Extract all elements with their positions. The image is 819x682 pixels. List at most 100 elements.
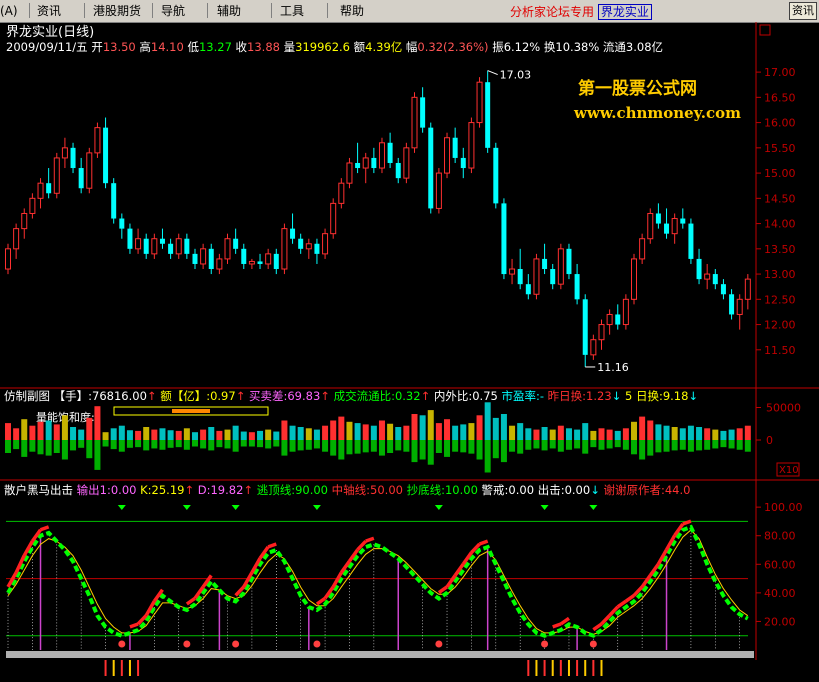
volume-neg-bar [378, 440, 385, 456]
volume-bar-series [5, 402, 751, 473]
candle [411, 92, 418, 153]
volume-neg-bar [338, 440, 345, 460]
y-tick-label: 20.00 [764, 615, 796, 628]
volume-bar [419, 415, 426, 440]
volume-neg-bar [70, 440, 77, 451]
diamond-icon [541, 640, 549, 648]
candle [233, 228, 239, 254]
volume-neg-bar [354, 440, 361, 454]
y-tick-label: 16.00 [764, 117, 796, 130]
volume-neg-bar [639, 440, 646, 460]
volume-bar [492, 417, 499, 440]
candle [70, 142, 76, 174]
menu-item-a[interactable]: (A) [0, 4, 18, 18]
x10-label: X10 [779, 465, 799, 476]
signal-ticks [104, 660, 603, 676]
volume-neg-bar [183, 440, 190, 450]
stock-link[interactable]: 界龙实业 [597, 4, 652, 20]
y-tick-label: 100.00 [764, 501, 803, 514]
signal-tick [527, 660, 530, 676]
candle [151, 233, 158, 259]
candle [103, 117, 109, 189]
signal-tick [592, 660, 595, 676]
main-stats: 2009/09/11/五 开13.50 高14.10 低13.27 收13.88… [6, 40, 663, 54]
sub1-stats: 仿制副图 【手】:76816.00↑ 额【亿】:0.97↑ 买卖差:69.83↑… [4, 389, 698, 403]
volume-neg-bar [13, 440, 20, 450]
candle [135, 228, 142, 254]
diamond-icon [435, 640, 443, 648]
volume-bar [736, 428, 743, 440]
volume-bar [175, 430, 182, 440]
candle [566, 243, 572, 280]
volume-neg-bar [509, 440, 516, 452]
volume-bar [728, 429, 735, 440]
volume-bar [395, 427, 402, 440]
menu-item-news[interactable]: 资讯 [37, 4, 61, 18]
volume-neg-bar [191, 440, 198, 447]
volume-neg-bar [61, 440, 68, 460]
menu-item-tools[interactable]: 工具 [280, 4, 304, 18]
volume-neg-bar [500, 440, 507, 463]
k-line [6, 524, 749, 638]
volume-neg-bar [631, 440, 638, 455]
candle [314, 238, 320, 264]
volume-neg-bar [533, 440, 540, 449]
candle [509, 258, 516, 285]
candle [542, 243, 548, 275]
rise-segment [600, 614, 611, 626]
volume-neg-bar [492, 440, 499, 459]
menu-item-help[interactable]: 帮助 [340, 4, 364, 18]
volume-neg-bar [208, 440, 215, 451]
volume-neg-bar [387, 440, 394, 453]
candle [37, 178, 44, 209]
rise-segment [552, 622, 562, 629]
volume-bar [330, 420, 337, 440]
kd-y-axis: 100.00 80.00 60.00 40.00 20.00 [756, 501, 803, 628]
volume-bar [29, 425, 36, 440]
candle [78, 157, 84, 194]
candle [94, 122, 101, 158]
menu-item-hk-futures[interactable]: 港股期货 [93, 4, 141, 18]
diamond-icon [232, 640, 240, 648]
volume-bar [679, 428, 686, 440]
candle [175, 233, 182, 259]
rise-segment [267, 542, 277, 549]
volume-neg-bar [574, 440, 581, 449]
candle [159, 228, 165, 249]
volume-bar [631, 421, 638, 440]
volume-bar [265, 429, 272, 440]
volume-bar [720, 430, 727, 440]
volume-neg-bar [110, 440, 117, 450]
stat-label: 低 [187, 40, 199, 54]
volume-bar [378, 420, 385, 440]
candle [322, 228, 329, 259]
green-arrow-icon [231, 505, 240, 510]
news-button[interactable]: 资讯 [789, 2, 817, 20]
signal-tick [576, 660, 579, 676]
menu-item-navigate[interactable]: 导航 [161, 4, 185, 18]
candle [452, 127, 458, 163]
candle [606, 309, 613, 335]
menu-item-assist[interactable]: 辅助 [217, 4, 241, 18]
stat-value: 13.27 [199, 40, 236, 54]
volume-bar [444, 419, 451, 440]
candle [362, 152, 369, 184]
candle [582, 294, 588, 367]
y-tick-label: 13.50 [764, 243, 796, 256]
main-title: 界龙实业(日线) [6, 25, 94, 40]
y-tick-label: 40.00 [764, 587, 796, 600]
volume-bar [476, 415, 483, 440]
candle [248, 258, 255, 270]
volume-neg-bar [671, 440, 678, 451]
y-tick-label: 11.50 [764, 344, 796, 357]
volume-neg-bar [744, 440, 751, 452]
candle [688, 218, 694, 264]
volume-bar [102, 432, 109, 440]
candle [330, 198, 337, 239]
watermark-title: 第一股票公式网 [578, 78, 697, 99]
rise-segment [365, 536, 375, 543]
volume-neg-bar [647, 440, 654, 456]
candle [557, 243, 564, 290]
stat-label: 振 [492, 40, 504, 54]
volume-neg-bar [557, 440, 564, 452]
